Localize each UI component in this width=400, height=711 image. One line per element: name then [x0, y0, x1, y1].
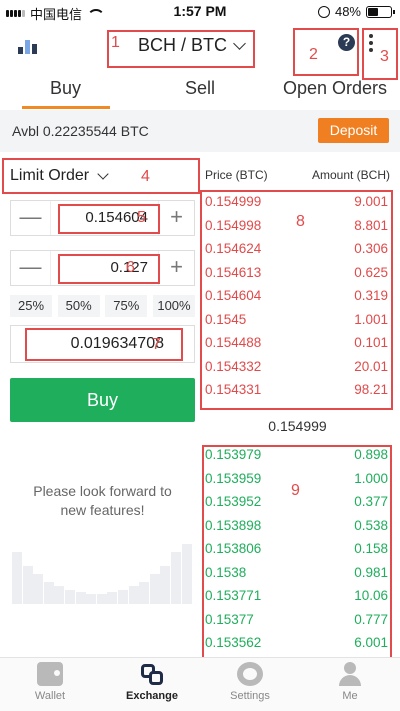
tab-buy[interactable]: Buy	[50, 78, 81, 99]
annotation-number-4: 4	[141, 168, 150, 185]
promo-bar	[75, 592, 86, 604]
last-price: 0.154999	[268, 418, 327, 434]
battery-icon	[366, 5, 395, 18]
pct-25-button[interactable]: 25%	[10, 295, 52, 317]
exchange-icon	[139, 662, 165, 686]
annotation-box-1	[107, 30, 255, 68]
chart-icon-bar	[25, 40, 30, 54]
nav-exchange[interactable]: Exchange	[107, 662, 197, 702]
me-icon	[337, 662, 363, 686]
annotation-number-9: 9	[291, 482, 300, 499]
price-decrement-button[interactable]: —	[11, 201, 51, 235]
amount-increment-button[interactable]: +	[158, 251, 194, 285]
promo-bar	[128, 586, 139, 604]
promo-bar	[96, 594, 107, 604]
promo-bar	[12, 552, 22, 604]
nav-settings-label: Settings	[230, 690, 270, 702]
promo-bar	[139, 582, 150, 604]
wallet-icon	[37, 662, 63, 686]
nav-settings[interactable]: Settings	[205, 662, 295, 702]
tab-sell[interactable]: Sell	[185, 78, 215, 99]
promo-bar	[54, 586, 65, 604]
nav-me-label: Me	[342, 690, 358, 702]
promo-bar	[160, 566, 171, 604]
battery-fill	[368, 7, 379, 16]
annotation-box-9	[202, 445, 392, 660]
promo-bar	[149, 574, 160, 604]
nav-me[interactable]: Me	[305, 662, 395, 702]
annotation-box-2	[293, 28, 359, 76]
tab-open-orders[interactable]: Open Orders	[283, 78, 387, 99]
bottom-nav: Wallet Exchange Settings Me	[0, 657, 400, 711]
amount-decrement-button[interactable]: —	[11, 251, 51, 285]
price-column-header: Price (BTC)	[205, 168, 268, 182]
balance-row: Avbl 0.22235544 BTC Deposit	[0, 110, 400, 152]
promo-bar	[118, 590, 128, 604]
promo-text: Please look forward to new features!	[20, 482, 185, 520]
promo-placeholder: Please look forward to new features!	[10, 478, 195, 604]
promo-bar	[171, 552, 181, 604]
pct-75-button[interactable]: 75%	[105, 295, 148, 317]
annotation-number-1: 1	[111, 34, 120, 51]
settings-icon	[237, 662, 263, 686]
amount-column-header: Amount (BCH)	[311, 168, 390, 182]
pct-50-button[interactable]: 50%	[57, 295, 100, 317]
available-balance: Avbl 0.22235544 BTC	[12, 123, 149, 139]
deposit-button[interactable]: Deposit	[318, 118, 389, 143]
status-bar: 中国电信 1:57 PM 48%	[0, 0, 400, 22]
chart-icon[interactable]	[18, 36, 40, 54]
annotation-box-4	[2, 158, 200, 194]
rotation-lock-icon	[317, 5, 330, 18]
nav-wallet-label: Wallet	[34, 690, 66, 702]
annotation-number-6: 6	[126, 259, 135, 276]
annotation-box-6	[58, 254, 160, 284]
promo-illustration	[12, 528, 194, 604]
battery-percent: 48%	[334, 4, 361, 19]
promo-line-1: Please look forward to	[33, 483, 172, 499]
buy-button[interactable]: Buy	[10, 378, 195, 422]
price-increment-button[interactable]: +	[158, 201, 194, 235]
promo-bar	[86, 594, 97, 604]
percentage-buttons: 25% 50% 75% 100%	[10, 295, 195, 317]
chart-icon-bar	[32, 44, 37, 54]
nav-wallet[interactable]: Wallet	[5, 662, 95, 702]
promo-bar	[22, 566, 33, 604]
promo-line-2: new features!	[60, 502, 145, 518]
annotation-number-3: 3	[380, 48, 389, 65]
nav-exchange-label: Exchange	[126, 690, 178, 702]
promo-bar	[181, 544, 192, 604]
annotation-number-8: 8	[296, 213, 305, 230]
promo-bar	[107, 592, 118, 604]
pct-100-button[interactable]: 100%	[152, 295, 195, 317]
annotation-number-2: 2	[309, 46, 318, 63]
annotation-number-5: 5	[137, 209, 146, 226]
annotation-number-7: 7	[152, 336, 161, 353]
promo-bar	[65, 590, 75, 604]
status-right: 48%	[317, 4, 395, 19]
trade-tabs: Buy Sell Open Orders	[0, 72, 400, 110]
promo-bar	[43, 582, 54, 604]
promo-bar	[33, 574, 44, 604]
active-tab-indicator	[22, 106, 110, 109]
chart-icon-bar	[18, 47, 23, 54]
